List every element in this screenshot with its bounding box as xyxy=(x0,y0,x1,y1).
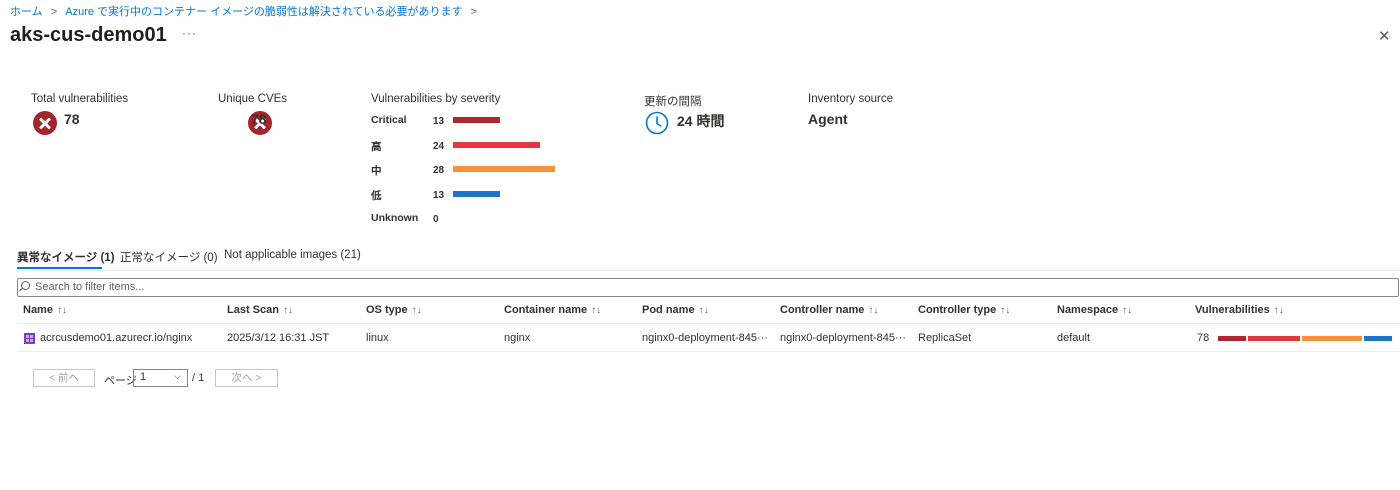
tabs-divider xyxy=(17,270,1400,271)
clock-icon xyxy=(645,111,669,135)
update-interval-value: 24 時間 xyxy=(677,113,725,129)
severity-count: 28 xyxy=(433,165,445,176)
page-total: / 1 xyxy=(192,372,205,384)
severity-count: 13 xyxy=(433,189,445,201)
column-header-os-type[interactable]: OS type ↑↓ xyxy=(366,304,422,316)
column-header-last-scan[interactable]: Last Scan ↑↓ xyxy=(227,304,293,316)
search-box[interactable] xyxy=(17,278,1399,297)
severity-bar xyxy=(453,117,500,123)
breadcrumb-parent-link[interactable]: Azure で実行中のコンテナー イメージの脆弱性は解決されている必要があります xyxy=(65,6,462,18)
severity-bar xyxy=(453,141,540,148)
severity-count: 0 xyxy=(433,214,439,225)
page-select[interactable]: 1 ⌵ xyxy=(133,369,188,387)
sort-icon: ↑↓ xyxy=(411,305,422,316)
unique-cves-label: Unique CVEs xyxy=(218,93,288,105)
tab-healthy-images[interactable]: 正常なイメージ (0) xyxy=(120,249,218,265)
sort-icon: ↑↓ xyxy=(698,305,709,316)
column-header-controller-name[interactable]: Controller name ↑↓ xyxy=(780,304,878,316)
sort-icon: ↑↓ xyxy=(868,305,879,316)
container-image-icon xyxy=(24,333,35,344)
search-icon xyxy=(21,281,30,290)
tab-unhealthy-images[interactable]: 異常なイメージ (1) xyxy=(17,249,115,265)
close-icon[interactable]: ✕ xyxy=(1378,27,1391,45)
inventory-source-value: Agent xyxy=(808,111,848,127)
page-title: aks-cus-demo01 xyxy=(10,24,167,46)
controller-type-cell: ReplicaSet xyxy=(918,332,972,344)
sort-icon: ↑↓ xyxy=(1273,305,1284,316)
severity-count: 24 xyxy=(433,140,445,152)
breadcrumb-home-link[interactable]: ホーム xyxy=(10,6,43,18)
breadcrumb: ホーム > Azure で実行中のコンテナー イメージの脆弱性は解決されている必… xyxy=(10,3,482,19)
sort-icon: ↑↓ xyxy=(282,305,293,316)
column-header-vulnerabilities[interactable]: Vulnerabilities ↑↓ xyxy=(1195,304,1284,316)
sort-icon: ↑↓ xyxy=(56,305,67,316)
controller-name-cell: nginx0-deployment-845··· xyxy=(780,332,906,344)
last-scan-cell: 2025/3/12 16:31 JST xyxy=(227,332,330,344)
breadcrumb-separator: > xyxy=(470,6,478,18)
active-tab-indicator xyxy=(17,267,102,269)
page-select-value: 1 xyxy=(140,371,147,383)
vulnerabilities-count-cell: 78 xyxy=(1197,332,1210,344)
severity-name: 中 xyxy=(371,165,382,177)
unique-cves-value: 78 xyxy=(251,111,267,127)
os-type-cell: linux xyxy=(366,332,389,344)
severity-name: 低 xyxy=(371,189,382,202)
error-circle-icon xyxy=(33,111,57,135)
column-header-name[interactable]: Name ↑↓ xyxy=(23,304,67,316)
column-header-container-name[interactable]: Container name ↑↓ xyxy=(504,304,601,316)
search-input[interactable] xyxy=(35,279,1385,295)
total-vulnerabilities-value: 78 xyxy=(64,111,80,127)
chevron-down-icon: ⌵ xyxy=(174,371,181,381)
previous-page-button[interactable]: < 前へ xyxy=(33,369,95,387)
sort-icon: ↑↓ xyxy=(591,305,602,316)
pod-name-cell: nginx0-deployment-845··· xyxy=(642,332,768,344)
severity-name: Critical xyxy=(371,114,407,126)
column-header-controller-type[interactable]: Controller type ↑↓ xyxy=(918,304,1010,316)
more-options-button[interactable]: ··· xyxy=(182,26,197,40)
breadcrumb-separator: > xyxy=(50,6,58,18)
vulnerability-segment xyxy=(1218,336,1246,341)
namespace-cell: default xyxy=(1057,332,1091,344)
severity-bar xyxy=(453,166,555,172)
severity-name: 高 xyxy=(371,140,382,153)
tab-not-applicable-images[interactable]: Not applicable images (21) xyxy=(224,249,361,261)
page-label: ページ xyxy=(104,375,137,387)
update-interval-label: 更新の間隔 xyxy=(644,96,702,108)
table-header-divider xyxy=(17,323,1400,324)
vulnerability-segment xyxy=(1302,336,1362,341)
vulnerability-segment xyxy=(1248,336,1300,341)
column-header-namespace[interactable]: Namespace ↑↓ xyxy=(1057,304,1132,316)
image-name-link[interactable]: acrcusdemo01.azurecr.io/nginx xyxy=(40,332,220,344)
table-row-divider xyxy=(17,351,1400,352)
next-page-button[interactable]: 次へ > xyxy=(215,369,278,387)
inventory-source-label: Inventory source xyxy=(808,93,894,105)
severity-count: 13 xyxy=(433,116,445,127)
severity-label: Vulnerabilities by severity xyxy=(371,93,501,105)
severity-bar xyxy=(453,190,500,197)
sort-icon: ↑↓ xyxy=(1000,305,1011,316)
sort-icon: ↑↓ xyxy=(1122,305,1133,316)
column-header-pod-name[interactable]: Pod name ↑↓ xyxy=(642,304,709,316)
vulnerability-segment xyxy=(1364,336,1392,341)
container-name-cell: nginx xyxy=(504,332,531,344)
total-vulnerabilities-label: Total vulnerabilities xyxy=(31,93,129,105)
severity-name: Unknown xyxy=(371,212,419,224)
